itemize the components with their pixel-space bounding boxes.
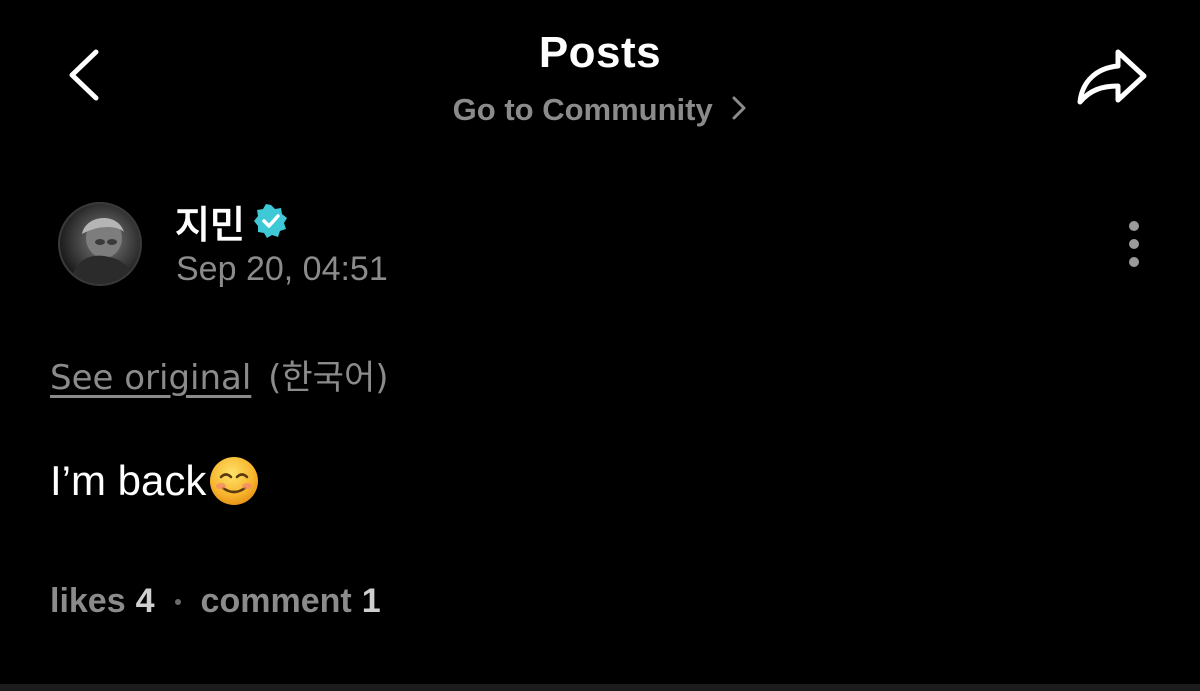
post-content: I’m back — [50, 455, 260, 507]
more-vertical-icon — [1129, 221, 1139, 267]
comment-label: comment — [200, 582, 352, 620]
post-timestamp: Sep 20, 04:51 — [176, 250, 388, 288]
page-title: Posts — [538, 28, 662, 77]
bottom-divider — [0, 684, 1200, 691]
chevron-right-icon — [731, 94, 747, 130]
community-link-label: Go to Community — [452, 92, 713, 127]
go-to-community-link[interactable]: Go to Community — [0, 92, 1200, 130]
avatar[interactable] — [58, 202, 142, 286]
original-language-label: (한국어) — [268, 358, 389, 398]
comment-count: 1 — [361, 582, 381, 620]
top-bar: Posts Go to Community — [0, 0, 1200, 150]
author-name[interactable]: 지민 — [175, 194, 245, 249]
verified-badge-icon — [254, 204, 288, 238]
post-stats: likes 4 comment 1 — [50, 582, 381, 621]
separator-dot — [174, 598, 181, 605]
likes-count: 4 — [135, 582, 155, 620]
post-header: 지민 Sep 20, 04:51 — [0, 190, 1200, 300]
likes-label: likes — [50, 582, 126, 620]
comments-stat[interactable]: comment 1 — [201, 582, 381, 621]
likes-stat[interactable]: likes 4 — [50, 582, 155, 621]
share-button[interactable] — [1072, 46, 1152, 110]
post-text: I’m back — [50, 457, 207, 504]
more-options-button[interactable] — [1116, 216, 1152, 272]
share-arrow-icon — [1077, 49, 1147, 105]
avatar-photo — [70, 217, 136, 284]
see-original-link[interactable]: See original — [50, 358, 251, 398]
translation-row: See original (한국어) — [50, 350, 389, 399]
smiling-face-emoji-icon — [208, 455, 260, 507]
